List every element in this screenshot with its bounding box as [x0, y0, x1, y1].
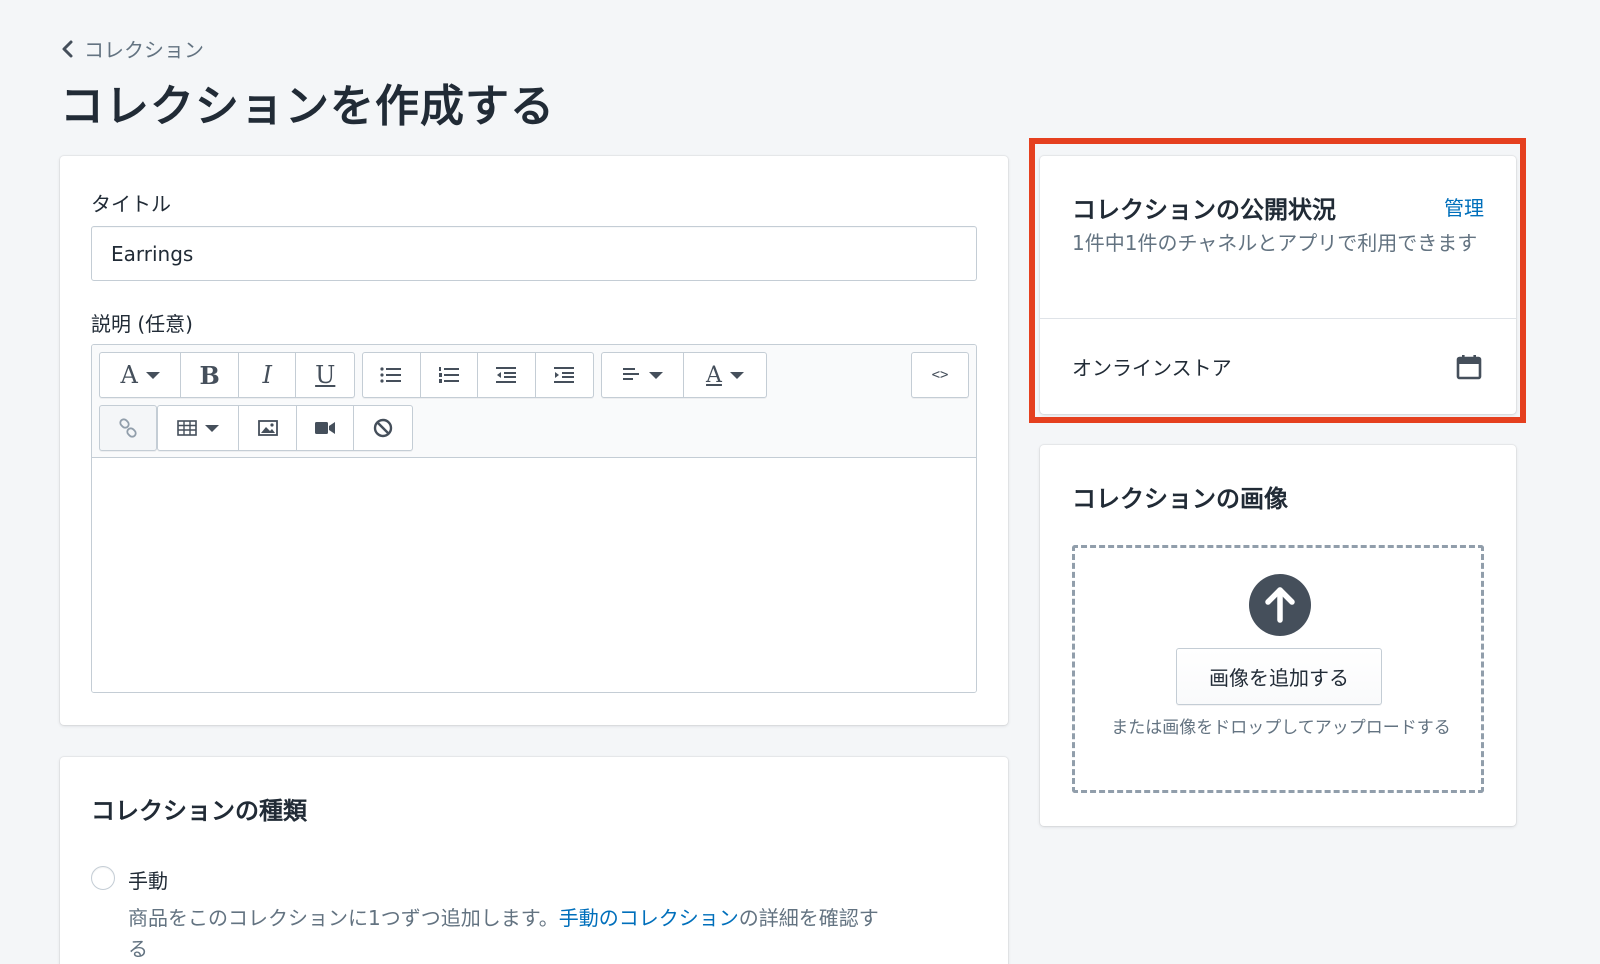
- bold-icon: B: [199, 360, 220, 390]
- indent-button[interactable]: [536, 353, 594, 397]
- collection-visibility-card: コレクションの公開状況 管理 1件中1件のチャネルとアプリで利用できます オンラ…: [1040, 156, 1516, 414]
- text-color-icon: A: [706, 362, 722, 388]
- underline-icon: U: [315, 361, 336, 389]
- underline-button[interactable]: U: [296, 353, 354, 397]
- align-left-icon: [622, 368, 639, 380]
- collection-type-card: コレクションの種類 手動 商品をこのコレクションに1つずつ追加します。手動のコレ…: [60, 757, 1008, 964]
- manual-help-suffix: の詳細を確認す: [738, 906, 879, 930]
- manual-help-text: 商品をこのコレクションに1つずつ追加します。手動のコレクションの詳細を確認す: [128, 902, 879, 931]
- breadcrumb[interactable]: コレクション: [60, 34, 204, 63]
- insert-group: [157, 405, 413, 451]
- insert-video-button[interactable]: [297, 406, 355, 450]
- breadcrumb-label: コレクション: [84, 38, 204, 62]
- font-icon: A: [120, 361, 138, 389]
- clear-formatting-button[interactable]: [354, 406, 412, 450]
- rich-text-editor: A B I U A <>: [91, 344, 977, 693]
- title-description-card: タイトル 説明 (任意) A B I U: [60, 156, 1008, 725]
- visibility-subtitle: 1件中1件のチャネルとアプリで利用できます: [1072, 231, 1478, 255]
- link-icon: [119, 418, 137, 438]
- manual-help-prefix: 商品をこのコレクションに1つずつ追加します。: [128, 906, 559, 930]
- title-input[interactable]: [91, 226, 977, 281]
- chevron-left-icon: [62, 40, 73, 57]
- italic-icon: I: [262, 361, 272, 389]
- title-label: タイトル: [91, 192, 171, 216]
- page-title: コレクションを作成する: [60, 81, 555, 132]
- video-camera-icon: [315, 422, 336, 434]
- bulleted-list-button[interactable]: [363, 353, 421, 397]
- visibility-heading: コレクションの公開状況: [1072, 196, 1336, 224]
- font-style-button[interactable]: A: [100, 353, 182, 397]
- align-button[interactable]: [602, 353, 684, 397]
- insert-table-button[interactable]: [158, 406, 240, 450]
- chevron-down-icon: [648, 371, 663, 379]
- bold-button[interactable]: B: [181, 353, 239, 397]
- editor-toolbar: A B I U A <>: [92, 345, 976, 458]
- manual-help-continuation: る: [128, 937, 148, 961]
- collection-image-card: コレクションの画像 画像を追加する または画像をドロップしてアップロードする: [1040, 445, 1516, 826]
- code-view-button[interactable]: <>: [912, 353, 968, 397]
- outdent-icon: [496, 367, 517, 383]
- editor-content-area[interactable]: [92, 458, 976, 692]
- description-label: 説明 (任意): [91, 312, 193, 336]
- manual-collection-link[interactable]: 手動のコレクション: [559, 906, 739, 930]
- bulleted-list-icon: [380, 367, 402, 383]
- image-icon: [257, 420, 278, 436]
- text-color-button[interactable]: A: [684, 353, 766, 397]
- image-dropzone[interactable]: 画像を追加する または画像をドロップしてアップロードする: [1072, 545, 1484, 793]
- code-icon: <>: [931, 367, 949, 383]
- manual-radio[interactable]: [91, 866, 115, 890]
- collection-type-heading: コレクションの種類: [91, 797, 307, 825]
- divider: [1040, 318, 1516, 319]
- list-group: [362, 352, 594, 398]
- link-group: [99, 405, 157, 451]
- numbered-list-icon: [438, 367, 459, 383]
- indent-icon: [554, 367, 575, 383]
- arrow-up-icon: [1265, 587, 1295, 623]
- insert-image-button[interactable]: [239, 406, 297, 450]
- manual-label[interactable]: 手動: [128, 865, 168, 894]
- outdent-button[interactable]: [478, 353, 536, 397]
- align-color-group: A: [601, 352, 767, 398]
- image-heading: コレクションの画像: [1072, 485, 1288, 513]
- code-group: <>: [911, 352, 969, 398]
- chevron-down-icon: [145, 371, 160, 379]
- calendar-icon[interactable]: [1456, 354, 1482, 380]
- chevron-down-icon: [205, 424, 220, 432]
- add-image-button[interactable]: 画像を追加する: [1176, 648, 1382, 705]
- clear-formatting-icon: [374, 418, 393, 438]
- italic-button[interactable]: I: [239, 353, 297, 397]
- text-style-group: A B I U: [99, 352, 355, 398]
- chevron-down-icon: [729, 371, 744, 379]
- upload-icon: [1249, 574, 1311, 636]
- numbered-list-button[interactable]: [421, 353, 478, 397]
- manage-link[interactable]: 管理: [1444, 192, 1484, 221]
- drop-hint: または画像をドロップしてアップロードする: [1111, 718, 1451, 738]
- insert-link-button[interactable]: [100, 406, 156, 450]
- table-icon: [177, 420, 197, 436]
- channel-online-store: オンラインストア: [1072, 356, 1232, 380]
